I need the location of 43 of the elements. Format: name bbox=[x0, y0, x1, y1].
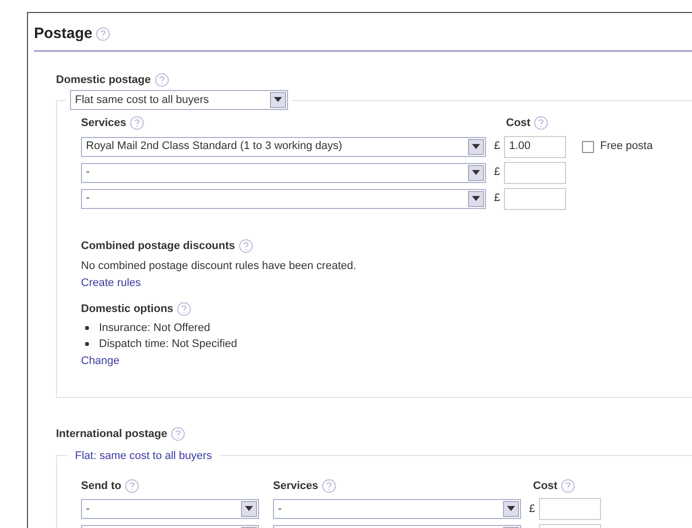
service-select[interactable]: - bbox=[81, 162, 486, 182]
help-icon[interactable] bbox=[125, 478, 140, 493]
cost-label: Cost bbox=[506, 116, 530, 131]
help-icon[interactable] bbox=[239, 238, 254, 253]
currency-symbol: £ bbox=[494, 165, 500, 180]
help-icon[interactable] bbox=[171, 427, 186, 442]
cost-field[interactable] bbox=[504, 188, 566, 210]
cost-field[interactable] bbox=[504, 162, 566, 184]
help-icon[interactable] bbox=[177, 302, 192, 316]
services-label: Services bbox=[273, 478, 318, 494]
service-select[interactable]: - bbox=[81, 188, 486, 208]
change-link[interactable]: Change bbox=[81, 354, 120, 366]
send-to-select[interactable]: - bbox=[81, 499, 259, 519]
option-item: Dispatch time: Not Specified bbox=[99, 337, 238, 352]
service-select[interactable]: - bbox=[273, 499, 521, 519]
free-postage-label: Free posta bbox=[600, 139, 653, 154]
cost-field[interactable] bbox=[539, 498, 602, 520]
cost-label: Cost bbox=[533, 478, 558, 494]
send-to-label: Send to bbox=[81, 478, 122, 494]
shipping-type-select[interactable]: Flat same cost to all buyers bbox=[70, 90, 288, 110]
free-postage-checkbox[interactable] bbox=[582, 140, 594, 152]
help-icon[interactable] bbox=[130, 116, 144, 130]
combined-discounts-text: No combined postage discount rules have been created. bbox=[81, 259, 358, 274]
help-icon[interactable] bbox=[561, 478, 576, 493]
domestic-options-title: Domestic options bbox=[81, 302, 174, 317]
currency-symbol: £ bbox=[494, 139, 500, 154]
domestic-postage-label: Domestic postage bbox=[56, 72, 151, 88]
help-icon[interactable] bbox=[96, 27, 110, 42]
create-rules-link[interactable]: Create rules bbox=[81, 276, 141, 288]
option-item: Insurance: Not Offered bbox=[99, 320, 210, 336]
combined-discounts-title: Combined postage discounts bbox=[81, 238, 236, 254]
services-label: Services bbox=[81, 116, 126, 131]
service-select[interactable]: Royal Mail 2nd Class Standard (1 to 3 working days) bbox=[81, 136, 486, 156]
help-icon[interactable] bbox=[154, 72, 169, 87]
currency-symbol: £ bbox=[494, 191, 500, 206]
currency-symbol: £ bbox=[529, 502, 536, 517]
section-title: Postage bbox=[34, 24, 92, 44]
help-icon[interactable] bbox=[322, 478, 336, 493]
bullet-icon bbox=[85, 326, 89, 330]
help-icon[interactable] bbox=[534, 116, 548, 130]
bullet-icon bbox=[85, 342, 89, 346]
international-postage-label: International postage bbox=[56, 427, 168, 442]
cost-field[interactable]: 1.00 bbox=[504, 136, 566, 158]
